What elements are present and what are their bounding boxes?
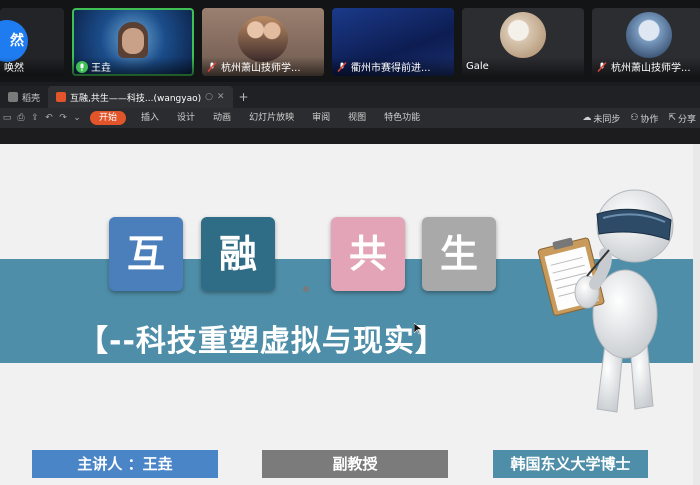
mic-on-icon — [76, 60, 88, 73]
position-label: 副教授 — [262, 450, 448, 478]
vertical-scrollbar[interactable] — [693, 144, 700, 485]
chevron-down-icon[interactable]: ⌄ — [70, 113, 84, 123]
participant-tile[interactable]: 然 唤然 — [0, 8, 64, 76]
tab-label: 稻壳 — [22, 93, 41, 104]
participant-name-bar: 唤然 — [0, 57, 64, 76]
participant-avatar: 然 — [0, 20, 28, 62]
mic-muted-icon — [207, 61, 217, 72]
participant-name: Gale — [466, 61, 489, 72]
save-icon[interactable]: ▭ — [0, 113, 14, 123]
new-tab-button[interactable]: + — [233, 90, 255, 104]
tab-label: 互融,共生——科技...(wangyao) — [70, 93, 202, 104]
title-char-tile: 互 — [109, 217, 183, 291]
presentation-file-icon — [56, 92, 67, 102]
participant-tile-active-speaker[interactable]: 王垚 — [72, 8, 194, 76]
participant-strip: 然 唤然 王垚 杭州萧山技师学... 衢州市赛得前进... Gale 杭州萧山技… — [0, 0, 700, 82]
participant-tile[interactable]: Gale — [462, 8, 584, 76]
menu-insert[interactable]: 插入 — [132, 108, 168, 128]
menu-animation[interactable]: 动画 — [204, 108, 240, 128]
share-icon: ⇱ — [668, 113, 676, 123]
menu-home[interactable]: 开始 — [90, 111, 127, 125]
cloud-icon: ☁ — [582, 113, 592, 123]
slide-subtitle: 【--科技重塑虚拟与现实】 — [78, 324, 446, 359]
close-tab-icon[interactable]: ○ — [205, 92, 213, 102]
title-char-tile: 融 — [201, 217, 275, 291]
participant-avatar — [500, 12, 546, 58]
menu-slideshow[interactable]: 幻灯片放映 — [240, 108, 303, 128]
participant-tile[interactable]: 衢州市赛得前进... — [332, 8, 454, 76]
speaker-label: 主讲人 ：王垚 — [32, 450, 218, 478]
title-char-tile: 生 — [422, 217, 496, 291]
robot-clipboard-illustration — [537, 189, 674, 413]
docer-icon — [8, 92, 18, 102]
mic-muted-icon — [337, 61, 347, 72]
users-icon: ⚇ — [630, 113, 639, 123]
participant-name: 唤然 — [4, 63, 24, 74]
participant-name-bar: 衢州市赛得前进... — [332, 57, 454, 76]
tab-docer[interactable]: 稻壳 — [0, 86, 48, 108]
collab-label: 协作 — [640, 114, 659, 125]
tab-presentation[interactable]: 互融,共生——科技...(wangyao) ○ ✕ — [48, 86, 233, 108]
participant-name: 杭州萧山技师学... — [611, 63, 691, 74]
participant-tile[interactable]: 杭州萧山技师学... — [202, 8, 324, 76]
share-button[interactable]: ⇱ 分享 — [668, 112, 696, 125]
sync-label: 未同步 — [593, 114, 621, 125]
redo-icon[interactable]: ↷ — [56, 113, 70, 123]
degree-label: 韩国东义大学博士 — [493, 450, 648, 478]
document-tab-bar: 稻壳 互融,共生——科技...(wangyao) ○ ✕ + — [0, 86, 700, 108]
slide-canvas[interactable]: 互 融 共 生 【--科技重塑虚拟与现实】 主讲人 ：王垚 副教授 韩国东义大学… — [0, 144, 700, 485]
participant-name: 杭州萧山技师学... — [221, 63, 301, 74]
mic-muted-icon — [597, 61, 607, 72]
menu-special-features[interactable]: 特色功能 — [375, 108, 429, 128]
participant-tile[interactable]: 杭州萧山技师学... — [592, 8, 700, 76]
participant-name: 衢州市赛得前进... — [351, 63, 431, 74]
participant-name-bar: 王垚 — [72, 57, 194, 76]
participant-video — [118, 22, 148, 58]
ribbon-panel-collapsed — [0, 128, 700, 144]
export-icon[interactable]: ⇪ — [28, 113, 42, 123]
participant-name-bar: 杭州萧山技师学... — [202, 57, 324, 76]
separator-dot — [303, 286, 309, 292]
print-icon[interactable]: ⎙ — [14, 113, 28, 123]
menu-design[interactable]: 设计 — [168, 108, 204, 128]
participant-avatar — [626, 12, 672, 58]
sync-button[interactable]: ☁ 未同步 — [582, 112, 620, 125]
close-icon[interactable]: ✕ — [217, 92, 225, 102]
ribbon-menu-bar: ▭ ⎙ ⇪ ↶ ↷ ⌄ 开始 插入 设计 动画 幻灯片放映 审阅 视图 特色功能… — [0, 108, 700, 128]
toolbar-right-group: ☁ 未同步 ⚇ 协作 ⇱ 分享 — [582, 108, 700, 128]
participant-video — [238, 16, 288, 62]
mouse-cursor-icon — [414, 323, 422, 335]
undo-icon[interactable]: ↶ — [42, 113, 56, 123]
title-char-tile: 共 — [331, 217, 405, 291]
menu-review[interactable]: 审阅 — [303, 108, 339, 128]
menu-view[interactable]: 视图 — [339, 108, 375, 128]
participant-name-bar: 杭州萧山技师学... — [592, 57, 700, 76]
share-label: 分享 — [677, 114, 696, 125]
collab-button[interactable]: ⚇ 协作 — [630, 112, 658, 125]
participant-name: 王垚 — [91, 63, 111, 74]
participant-name-bar: Gale — [462, 57, 584, 76]
